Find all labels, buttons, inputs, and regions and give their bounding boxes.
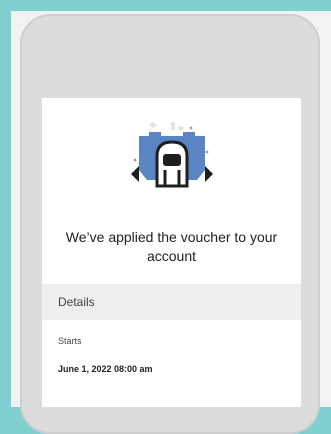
details-section-header: Details [42,284,301,320]
voucher-shield-icon [127,116,217,206]
confirmation-message: We’ve applied the voucher to your accoun… [65,229,278,264]
starts-label: Starts [58,336,82,346]
app-screen: We’ve applied the voucher to your accoun… [42,98,301,407]
details-title: Details [58,295,95,309]
starts-value: June 1, 2022 08:00 am [58,364,153,374]
